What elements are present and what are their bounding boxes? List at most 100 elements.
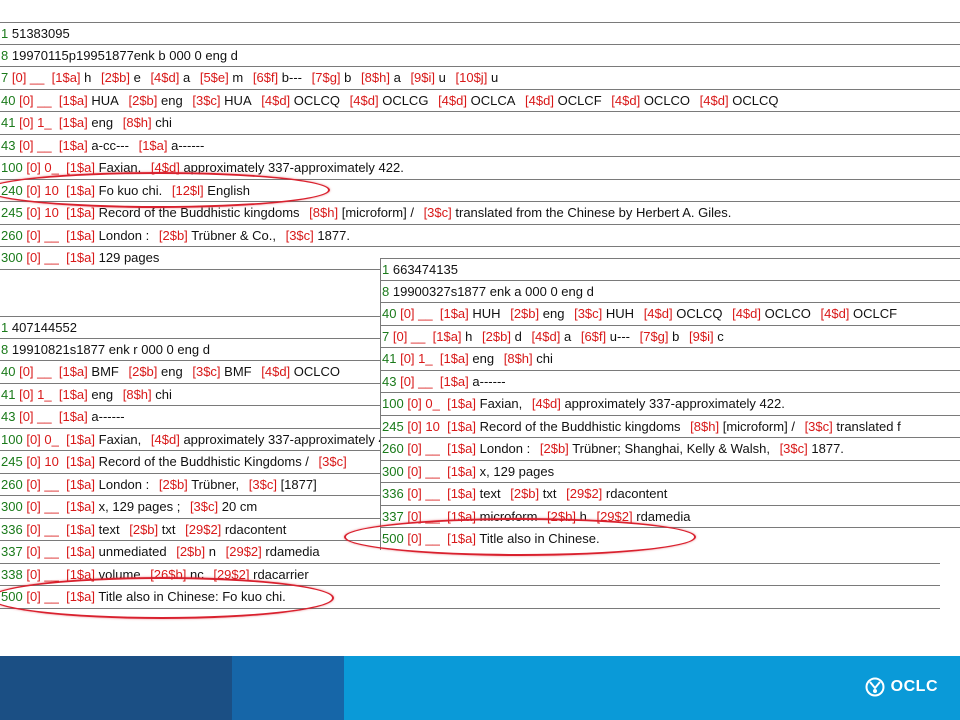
- subfield: [29$2] rdamedia: [226, 544, 320, 559]
- field-tag: 7: [382, 328, 390, 344]
- field-tag: 8: [1, 341, 9, 357]
- field-indicators: [0] __: [400, 373, 433, 389]
- subfield-value: OCLCO: [643, 92, 691, 108]
- field-indicators: [0] __: [392, 328, 426, 344]
- subfield-code: [1$a]: [66, 476, 96, 492]
- marc-field-7: 7 [0] __ [1$a] h [2$b] e [4$d] a [5$e] m…: [0, 67, 960, 90]
- subfield: [3$c] translated from the Chinese by Her…: [424, 205, 732, 220]
- subfield-code: [3$c]: [574, 306, 603, 321]
- subfield-value: approximately 337-approximately 422.: [183, 160, 404, 175]
- subfield: [2$b] e: [101, 70, 141, 85]
- subfield: [1$a] Faxian,: [66, 160, 141, 175]
- footer-block-light: OCLC: [344, 656, 960, 720]
- subfield: [4$d] OCLCQ: [644, 306, 723, 321]
- field-indicators: [0] 10: [26, 454, 59, 469]
- subfield-code: [1$a]: [447, 396, 477, 411]
- subfield: [1$a] a------: [440, 374, 506, 389]
- subfield-code: [1$a]: [66, 431, 96, 447]
- subfield-code: [1$a]: [66, 544, 96, 559]
- footer-block-dark: [0, 656, 232, 720]
- subfield-code: [1$a]: [51, 70, 81, 85]
- subfield: [4$d] OCLCO: [611, 93, 690, 108]
- subfield-value: OCLCQ: [676, 306, 723, 321]
- field-tag: 41: [1, 115, 16, 130]
- subfield-code: [3$c]: [423, 205, 452, 220]
- subfield-code: [29$2]: [225, 544, 262, 559]
- subfield-code: [1$a]: [66, 182, 96, 198]
- subfield-value: [microform] /: [341, 205, 414, 220]
- subfield-value: London :: [479, 441, 531, 456]
- subfield-value: OCLCF: [557, 92, 602, 108]
- subfield: [1$a] Title also in Chinese: Fo kuo chi.: [66, 589, 286, 604]
- subfield-code: [2$b]: [176, 544, 206, 559]
- subfield-value: u---: [609, 328, 630, 344]
- subfield-value: chi: [155, 115, 172, 130]
- subfield-code: [1$a]: [58, 92, 88, 108]
- subfield: [2$b] Trübner,: [159, 477, 239, 492]
- subfield-value: h: [465, 328, 473, 344]
- field-tag: 260: [1, 227, 23, 243]
- subfield: [4$d] OCLCO: [732, 306, 811, 321]
- subfield: [3$c] HUA: [192, 93, 251, 108]
- subfield-value: Record of the Buddhistic kingdoms: [98, 205, 300, 220]
- field-indicators: [0] __: [26, 589, 59, 604]
- marc-field-40: 40 [0] __ [1$a] HUA [2$b] eng [3$c] HUA …: [0, 90, 960, 112]
- subfield-code: [2$b]: [128, 92, 158, 108]
- subfield-value: approximately 337-approximately 422.: [564, 396, 785, 411]
- subfield-value: h: [579, 508, 587, 524]
- subfield-code: [1$a]: [58, 364, 88, 379]
- subfield-value: London :: [98, 227, 150, 243]
- subfield-code: [1$a]: [66, 454, 96, 469]
- subfield-value: b---: [281, 70, 302, 85]
- subfield: [1$a] eng: [440, 351, 494, 366]
- subfield-value: HUH: [605, 306, 635, 321]
- field-indicators: [0] 10: [407, 418, 440, 434]
- field-tag: 245: [1, 454, 23, 469]
- subfield-value: OCLCQ: [732, 92, 779, 108]
- subfield: [2$b] n: [176, 544, 216, 559]
- subfield: [12$l] English: [172, 183, 250, 198]
- subfield: [1$a] BMF: [59, 364, 119, 379]
- oclc-logo: OCLC: [864, 676, 938, 698]
- subfield: [4$d] OCLCO: [261, 364, 340, 379]
- marc-field-500: 500 [0] __ [1$a] Title also in Chinese.: [381, 528, 960, 550]
- footer-block-mid: [232, 656, 344, 720]
- subfield-value: a------: [472, 373, 506, 389]
- subfield-code: [1$a]: [439, 306, 469, 321]
- subfield-value: OCLCF: [853, 306, 898, 321]
- subfield-code: [4$d]: [611, 92, 641, 108]
- marc-field-1: 1 51383095: [0, 22, 960, 45]
- subfield: [29$2] rdacontent: [566, 486, 667, 501]
- field-tag: 337: [1, 544, 23, 559]
- subfield: [1$a] 129 pages: [66, 250, 159, 265]
- subfield-value: Fo kuo chi.: [98, 182, 163, 198]
- subfield: [1$a] a------: [59, 409, 125, 424]
- marc-field-8: 8 19970115p19951877enk b 000 0 eng d: [0, 45, 960, 67]
- subfield-value: 19900327s1877 enk a 000 0 eng d: [392, 283, 594, 299]
- subfield-code: [1$a]: [447, 486, 477, 501]
- subfield-value: BMF: [224, 364, 252, 379]
- field-indicators: [0] __: [19, 364, 52, 379]
- subfield: [1$a] h: [433, 329, 473, 344]
- subfield-code: [2$b]: [101, 70, 130, 85]
- subfield: [3$c]: [319, 454, 347, 469]
- subfield: [6$f] b---: [253, 70, 302, 85]
- subfield-code: [6$f]: [252, 70, 279, 85]
- subfield-value: eng: [542, 306, 565, 321]
- subfield: [2$b] h: [547, 509, 587, 524]
- subfield-value: HUA: [91, 92, 119, 108]
- subfield-value: 20 cm: [221, 499, 258, 514]
- field-tag: 40: [1, 364, 16, 379]
- subfield: [4$d] a: [531, 329, 571, 344]
- subfield-value: Record of the Buddhistic Kingdoms /: [98, 454, 309, 469]
- subfield-code: [2$b]: [539, 441, 569, 456]
- subfield-code: [8$h]: [503, 351, 533, 366]
- subfield-value: [microform] /: [722, 418, 795, 434]
- subfield-value: c: [717, 328, 724, 344]
- subfield: [1$a] Fo kuo chi.: [66, 183, 162, 198]
- subfield-code: [1$a]: [66, 499, 96, 514]
- marc-field-43: 43 [0] __ [1$a] a-cc--- [1$a] a------: [0, 135, 960, 157]
- subfield-value: u: [490, 70, 499, 85]
- subfield: [4$d] OCLCG: [350, 93, 429, 108]
- field-indicators: [0] __: [26, 499, 59, 514]
